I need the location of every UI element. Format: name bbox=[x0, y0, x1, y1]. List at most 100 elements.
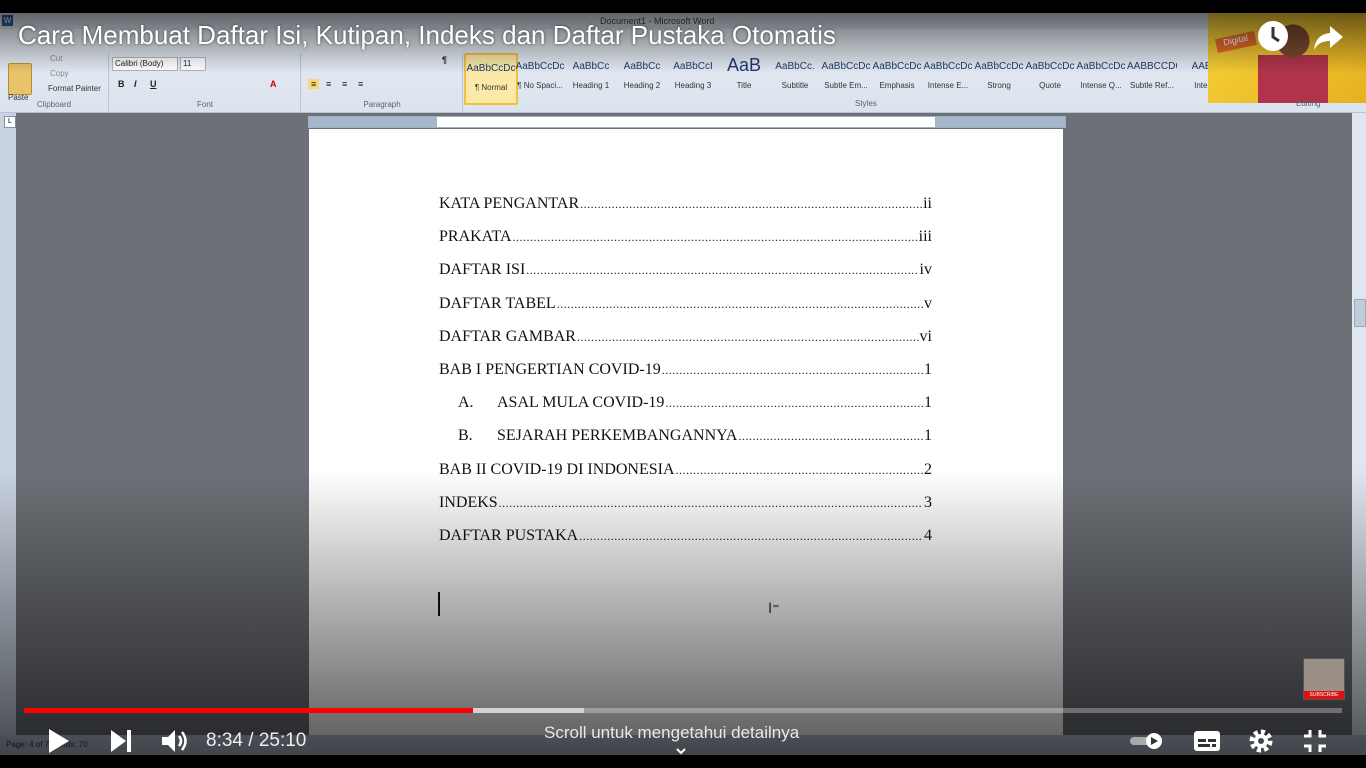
horizontal-ruler bbox=[308, 116, 1066, 128]
align-left-icon[interactable]: ≡ bbox=[308, 79, 320, 89]
style-name: Heading 2 bbox=[623, 81, 661, 90]
toc-entry[interactable]: DAFTAR TABEL v bbox=[439, 295, 932, 317]
style-sample: AaBbCcDc bbox=[515, 61, 565, 72]
next-icon[interactable] bbox=[108, 726, 134, 756]
styles-gallery: AaBbCcDc ¶ Normal AaBbCcDc ¶ No Spaci... AaB… bbox=[464, 53, 1214, 105]
toc-leader-dots bbox=[738, 427, 923, 445]
settings-gear-icon[interactable] bbox=[1247, 726, 1275, 756]
autoplay-toggle[interactable] bbox=[1128, 726, 1164, 756]
toc-entry-page: vi bbox=[919, 327, 932, 345]
play-icon[interactable] bbox=[44, 726, 72, 756]
toc-leader-dots bbox=[665, 394, 923, 412]
show-formatting-icon[interactable]: ¶ bbox=[442, 55, 447, 65]
tab-selector-icon[interactable]: L bbox=[4, 116, 16, 128]
font-size-dropdown[interactable]: 11 bbox=[180, 57, 206, 71]
toc-entry[interactable]: DAFTAR GAMBAR vi bbox=[439, 328, 932, 350]
share-icon[interactable] bbox=[1310, 18, 1346, 54]
copy-button[interactable]: Copy bbox=[50, 69, 69, 78]
vertical-scrollbar[interactable] bbox=[1352, 113, 1366, 755]
toc-leader-dots bbox=[499, 494, 923, 512]
toc-leader-dots bbox=[526, 261, 918, 279]
style-item[interactable]: AaBbCc. Subtitle bbox=[770, 53, 820, 101]
exit-fullscreen-icon[interactable] bbox=[1301, 726, 1329, 756]
style-sample: AaBbCcDc bbox=[1076, 61, 1126, 72]
style-sample: AaBbCcDc bbox=[466, 63, 516, 74]
toc-entry[interactable]: BAB I PENGERTIAN COVID-19 1 bbox=[439, 361, 932, 383]
style-sample: AaBbCc bbox=[623, 61, 661, 72]
progress-bar[interactable] bbox=[24, 708, 1342, 713]
style-item[interactable]: AaB Title bbox=[719, 53, 769, 101]
toc-entry[interactable]: INDEKS 3 bbox=[439, 494, 932, 516]
toc-entry-page: iv bbox=[919, 261, 932, 279]
document-page[interactable]: KATA PENGANTARii PRAKATAiii DAFTAR ISIiv DA… bbox=[309, 129, 1063, 755]
toc-entry[interactable]: BAB II COVID-19 DI INDONESIA 2 bbox=[439, 461, 932, 483]
ribbon-divider bbox=[108, 53, 109, 113]
style-name: Subtle Ref... bbox=[1129, 81, 1175, 90]
style-sample: AaB bbox=[726, 55, 762, 75]
video-title[interactable]: Cara Membuat Daftar Isi, Kutipan, Indeks… bbox=[18, 20, 836, 51]
scroll-hint[interactable]: Scroll untuk mengetahui detailnya bbox=[544, 723, 799, 743]
volume-icon[interactable] bbox=[160, 726, 188, 756]
toc-entry-text: INDEKS bbox=[439, 493, 498, 511]
style-item[interactable]: AaBbCc Heading 1 bbox=[566, 53, 616, 101]
toc-entry-text: DAFTAR TABEL bbox=[439, 294, 556, 312]
toc-entry[interactable]: KATA PENGANTAR ii bbox=[439, 195, 932, 217]
style-name: ¶ Normal bbox=[474, 83, 508, 92]
bold-button[interactable]: B bbox=[118, 79, 125, 89]
toc-entry[interactable]: PRAKATA iii bbox=[439, 228, 932, 250]
style-sample: AaBbCc. bbox=[775, 61, 815, 72]
styles-label: Styles bbox=[855, 99, 877, 108]
justify-icon[interactable]: ≡ bbox=[358, 79, 363, 89]
style-name: Intense Q... bbox=[1080, 81, 1122, 90]
style-item[interactable]: AaBbCcDc Strong bbox=[974, 53, 1024, 101]
style-item[interactable]: AaBbCcDc Quote bbox=[1025, 53, 1075, 101]
underline-button[interactable]: U bbox=[150, 79, 157, 89]
toc-entry-letter: B. bbox=[458, 427, 473, 445]
style-item[interactable]: AaBbCcDc Intense E... bbox=[923, 53, 973, 101]
align-right-icon[interactable]: ≡ bbox=[342, 79, 347, 89]
toc-entry[interactable]: DAFTAR ISI iv bbox=[439, 261, 932, 283]
style-name: Intense E... bbox=[927, 81, 969, 90]
word-app-icon[interactable]: W bbox=[2, 15, 13, 26]
toc-entry[interactable]: A. ASAL MULA COVID-19 1 bbox=[458, 394, 932, 416]
toc-leader-dots bbox=[557, 295, 923, 313]
style-item[interactable]: AaBbCc Heading 2 bbox=[617, 53, 667, 101]
toc-entry[interactable]: B. SEJARAH PERKEMBANGANNYA 1 bbox=[458, 427, 932, 449]
toc-entry-page: iii bbox=[918, 228, 932, 246]
subscribe-watermark[interactable]: SUBSCRIBE bbox=[1303, 658, 1345, 700]
scrollbar-thumb[interactable] bbox=[1354, 299, 1366, 327]
toc-leader-dots bbox=[676, 461, 923, 479]
style-item[interactable]: AaBbCcI Heading 3 bbox=[668, 53, 718, 101]
style-name: Heading 1 bbox=[572, 81, 610, 90]
style-name: Subtle Em... bbox=[824, 81, 868, 90]
font-name-dropdown[interactable]: Calibri (Body) bbox=[112, 57, 178, 71]
video-frame[interactable]: W Document1 - Microsoft Word Paste Cut C… bbox=[0, 13, 1366, 755]
toc-leader-dots bbox=[579, 527, 923, 545]
format-painter-button[interactable]: Format Painter bbox=[48, 84, 101, 93]
toc-entry-page: 1 bbox=[924, 361, 932, 378]
style-item[interactable]: AABBCCDC Subtle Ref... bbox=[1127, 53, 1177, 101]
toc-entry[interactable]: DAFTAR PUSTAKA 4 bbox=[439, 527, 932, 549]
italic-button[interactable]: I bbox=[134, 79, 137, 89]
subtitles-icon[interactable] bbox=[1193, 726, 1221, 756]
toc-leader-dots bbox=[580, 195, 922, 213]
progress-played bbox=[24, 708, 474, 713]
style-item[interactable]: AaBbCcDc Emphasis bbox=[872, 53, 922, 101]
style-item[interactable]: AaBbCcDc ¶ Normal bbox=[464, 53, 518, 105]
style-name: Heading 3 bbox=[674, 81, 712, 90]
toc-entry-text: DAFTAR PUSTAKA bbox=[439, 527, 579, 544]
style-item[interactable]: AaBbCcDc Subtle Em... bbox=[821, 53, 871, 101]
paste-icon[interactable] bbox=[8, 63, 32, 95]
cut-button[interactable]: Cut bbox=[50, 54, 62, 63]
toc-entry-text: DAFTAR GAMBAR bbox=[439, 327, 576, 345]
style-name: Subtitle bbox=[781, 81, 809, 90]
style-item[interactable]: AaBbCcDc ¶ No Spaci... bbox=[515, 53, 565, 101]
align-center-icon[interactable]: ≡ bbox=[326, 79, 331, 89]
chevron-down-icon[interactable] bbox=[676, 746, 686, 756]
toc-leader-dots bbox=[662, 361, 923, 379]
editing-label: Editing bbox=[1296, 99, 1321, 108]
font-color-icon[interactable]: A bbox=[270, 79, 277, 89]
style-name: Emphasis bbox=[879, 81, 915, 90]
style-item[interactable]: AaBbCcDc Intense Q... bbox=[1076, 53, 1126, 101]
watch-later-icon[interactable] bbox=[1255, 18, 1291, 54]
